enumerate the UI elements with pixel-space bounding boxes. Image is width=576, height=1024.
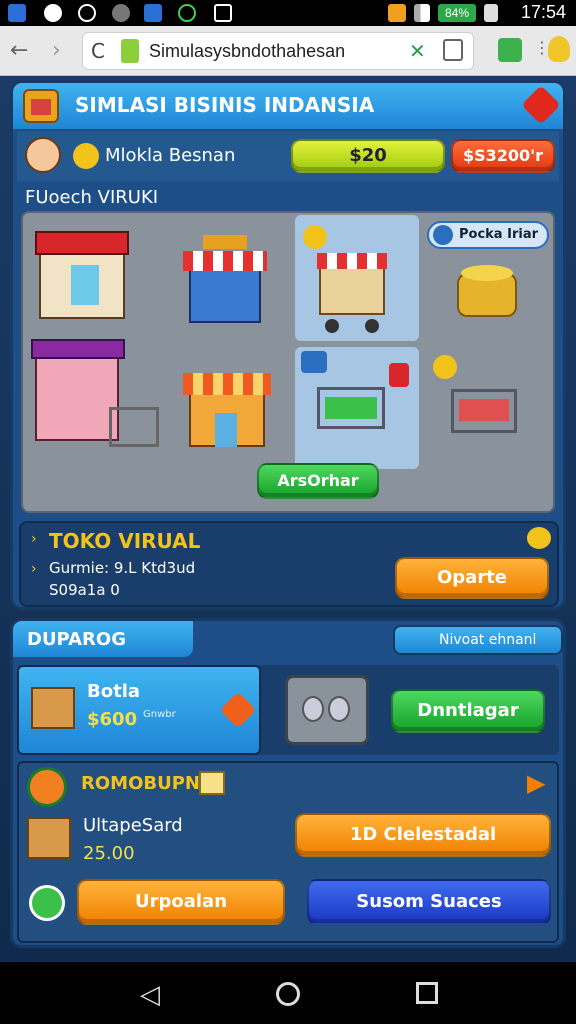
promo-title: ROMOBUPN	[81, 773, 200, 794]
extension-icon[interactable]	[498, 38, 522, 62]
back-arrow-icon[interactable]: ←	[10, 38, 28, 63]
notification-icon	[112, 4, 130, 22]
forward-arrow-icon[interactable]: ›	[52, 38, 61, 63]
tag-icon	[433, 225, 453, 245]
toko-line2: S09a1a 0	[49, 581, 120, 599]
site-icon	[121, 39, 139, 63]
browser-toolbar: ← › C Simulasysbndothahesan ✕ ⋮	[0, 26, 576, 76]
market-item-card[interactable]: Botla $600 Gnwbr	[17, 665, 261, 755]
store-action-button[interactable]: ArsOrhar	[257, 463, 379, 499]
market-panel: DUPAROG Nivoat ehnanl Botla $600 Gnwbr D…	[10, 618, 566, 948]
ticket-icon	[199, 771, 225, 795]
header-bar: SIMLASI BISINIS INDANSIA	[13, 83, 563, 129]
nav-back-icon[interactable]: ◁	[140, 980, 160, 1010]
store-tag-label: Pocka Iriar	[459, 227, 538, 242]
player-row: Mlokla Besnan $20 $S3200'r	[17, 131, 559, 181]
store-tile-blue-shop[interactable]	[183, 229, 273, 339]
gallery-icon	[214, 4, 232, 22]
store-tile-fruit-cart[interactable]	[427, 349, 551, 469]
store-tag[interactable]: Pocka Iriar	[427, 221, 549, 249]
promo-left-button[interactable]: Urpoalan	[77, 879, 285, 925]
nav-home-icon[interactable]	[276, 982, 300, 1006]
store-tile-red-shop[interactable]	[31, 219, 141, 337]
url-text[interactable]: Simulasysbndothahesan	[149, 41, 345, 62]
add-icon[interactable]	[219, 691, 257, 729]
promo-action-button[interactable]: 1D Clelestadal	[295, 813, 551, 857]
market-tab-right[interactable]: Nivoat ehnanl	[393, 625, 563, 655]
market-tab-left[interactable]: DUPAROG	[13, 621, 193, 657]
toko-arrow-icon: ›	[31, 531, 37, 547]
promo-arrow-icon[interactable]: ▶	[527, 769, 545, 797]
close-tab-icon[interactable]: ✕	[409, 39, 426, 63]
battery-percent: 84%	[438, 4, 476, 22]
box-icon	[31, 687, 75, 729]
coins-display[interactable]: $20	[291, 139, 445, 173]
avatar[interactable]	[25, 137, 61, 173]
url-bar[interactable]: C Simulasysbndothahesan ✕	[82, 32, 474, 70]
menu-icon[interactable]: ⋮	[534, 38, 550, 62]
coin-icon	[527, 527, 551, 549]
market-item-row: Botla $600 Gnwbr Dnntlagar	[17, 665, 559, 755]
copyright-icon	[178, 4, 196, 22]
reload-icon[interactable]: C	[91, 39, 105, 63]
money-display[interactable]: $S3200'r	[451, 139, 555, 173]
store-tile-orange-shop[interactable]	[183, 361, 273, 455]
player-name: Mlokla Besnan	[105, 145, 236, 166]
toko-panel: › TOKO VIRUAL › Gurmie: 9.L Ktd3ud S09a1…	[19, 521, 559, 607]
toko-button[interactable]: Oparte	[395, 557, 549, 599]
promo-panel: ROMOBUPN ▶ UltapeSard 25.00 1D Clelestad…	[17, 761, 559, 943]
toko-line-arrow-icon: ›	[31, 561, 37, 577]
game-screen: SIMLASI BISINIS INDANSIA Mlokla Besnan $…	[0, 76, 576, 962]
nav-recents-icon[interactable]	[416, 982, 438, 1004]
app-notification-icon	[8, 4, 26, 22]
close-icon[interactable]	[521, 85, 561, 125]
header-title: SIMLASI BISINIS INDANSIA	[75, 93, 375, 117]
binoculars-button[interactable]	[285, 675, 369, 745]
store-section-label: FUoech VIRUKI	[25, 187, 159, 208]
sync-icon	[44, 4, 62, 22]
info-icon	[78, 4, 96, 22]
market-item-price: $600	[87, 709, 138, 730]
market-tab-right-label: Nivoat ehnanl	[439, 632, 537, 648]
toko-title: TOKO VIRUAL	[49, 529, 201, 553]
status-bar: 84% 17:54	[0, 0, 576, 26]
market-item-sub: Gnwbr	[143, 709, 176, 720]
store-grid: Pocka Iriar ArsOrhar	[21, 211, 555, 513]
promo-box-icon	[27, 817, 71, 859]
binoculars-icon	[302, 696, 324, 722]
chat-icon[interactable]	[29, 885, 65, 921]
main-panel: SIMLASI BISINIS INDANSIA Mlokla Besnan $…	[10, 80, 566, 610]
store-tile-food-truck[interactable]	[295, 215, 419, 341]
store-tile-coin-pot[interactable]	[453, 259, 525, 323]
battery-icon	[484, 4, 498, 22]
promo-right-button[interactable]: Susom Suaces	[307, 879, 551, 925]
market-item-name: Botla	[87, 681, 141, 702]
promo-item-price: 25.00	[83, 843, 135, 864]
binoculars-lens-icon	[328, 696, 350, 722]
sun-coin-icon	[73, 143, 99, 169]
android-nav-bar: ◁	[0, 962, 576, 1024]
signal-icon	[414, 4, 430, 22]
calendar-icon	[144, 4, 162, 22]
buy-button[interactable]: Dnntlagar	[391, 689, 545, 733]
bulb-icon[interactable]	[548, 36, 570, 62]
store-tile-pink-shop[interactable]	[29, 339, 163, 469]
wifi-icon	[388, 4, 406, 22]
cash-register-icon	[23, 89, 59, 123]
promo-item-name: UltapeSard	[83, 815, 183, 836]
home-icon[interactable]	[443, 39, 463, 61]
promo-badge-icon	[27, 767, 67, 807]
toko-line1: Gurmie: 9.L Ktd3ud	[49, 559, 196, 577]
status-time: 17:54	[520, 2, 566, 22]
market-tab-left-label: DUPAROG	[27, 629, 126, 650]
store-tile-shopping-cart[interactable]	[295, 347, 419, 469]
